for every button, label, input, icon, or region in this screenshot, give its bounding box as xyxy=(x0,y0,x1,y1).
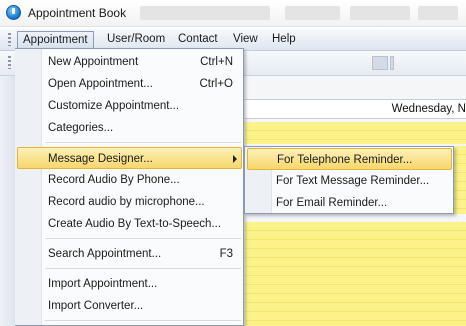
menu-view[interactable]: View xyxy=(228,31,263,48)
menu-user-room[interactable]: User/Room xyxy=(102,31,170,48)
menu-item-label: Search Appointment... xyxy=(48,248,162,260)
app-clock-icon xyxy=(6,5,21,20)
menu-separator xyxy=(45,142,241,143)
submenu-item-label: For Telephone Reminder... xyxy=(277,154,413,166)
day-header-label: Wednesday, N xyxy=(391,103,466,115)
menu-item-label: Create Audio By Text-to-Speech... xyxy=(48,218,222,230)
title-bar-blurred-area xyxy=(418,6,458,20)
menu-item-open-appointment[interactable]: Open Appointment... Ctrl+O xyxy=(17,73,242,95)
menu-item-label: Record Audio By Phone... xyxy=(48,174,180,186)
menu-separator xyxy=(45,268,241,269)
menubar-grip[interactable] xyxy=(8,33,11,46)
menu-item-label: Categories... xyxy=(48,122,114,134)
menu-item-categories[interactable]: Categories... xyxy=(17,117,242,139)
title-bar: Appointment Book xyxy=(0,0,466,27)
calendar-time-block[interactable] xyxy=(245,122,466,144)
title-bar-blurred-area xyxy=(140,6,270,20)
menu-item-text-to-speech[interactable]: Create Audio By Text-to-Speech... xyxy=(17,213,242,235)
menu-item-label: Import Appointment... xyxy=(48,278,158,290)
title-bar-blurred-area xyxy=(285,6,340,20)
menu-item-label: Customize Appointment... xyxy=(48,100,180,112)
menu-separator xyxy=(45,238,241,239)
menu-item-label: Message Designer... xyxy=(48,153,153,165)
submenu-item-text-message-reminder[interactable]: For Text Message Reminder... xyxy=(247,170,452,192)
menu-item-import-appointment[interactable]: Import Appointment... xyxy=(17,273,242,295)
menu-item-label: Open Appointment... xyxy=(48,78,153,90)
menu-item-label: Record audio by microphone... xyxy=(48,196,205,208)
submenu-arrow-icon xyxy=(233,155,237,163)
toolbar-button[interactable] xyxy=(372,56,388,70)
calendar-time-block[interactable] xyxy=(454,146,466,214)
menu-item-shortcut: F3 xyxy=(219,248,233,260)
menu-help[interactable]: Help xyxy=(267,31,301,48)
submenu-item-telephone-reminder[interactable]: For Telephone Reminder... xyxy=(247,148,452,170)
menu-separator xyxy=(45,320,241,321)
menu-item-shortcut: Ctrl+O xyxy=(199,78,233,90)
menu-item-new-appointment[interactable]: New Appointment Ctrl+N xyxy=(17,51,242,73)
menu-item-record-audio-microphone[interactable]: Record audio by microphone... xyxy=(17,191,242,213)
menu-item-label: Import Converter... xyxy=(48,300,144,312)
calendar-time-block[interactable] xyxy=(245,222,466,326)
submenu-item-email-reminder[interactable]: For Email Reminder... xyxy=(247,192,452,214)
menu-item-shortcut: Ctrl+N xyxy=(200,56,233,68)
menu-item-search-appointment[interactable]: Search Appointment... F3 xyxy=(17,243,242,265)
toolbar-grip[interactable] xyxy=(8,56,11,69)
menu-item-import-converter[interactable]: Import Converter... xyxy=(17,295,242,317)
submenu-item-label: For Text Message Reminder... xyxy=(276,175,430,187)
toolbar-separator xyxy=(390,56,394,70)
menu-item-message-designer[interactable]: Message Designer... xyxy=(17,147,242,169)
window-title: Appointment Book xyxy=(28,6,127,20)
menu-appointment[interactable]: Appointment xyxy=(17,31,94,48)
submenu-item-label: For Email Reminder... xyxy=(276,197,388,209)
menu-item-record-audio-phone[interactable]: Record Audio By Phone... xyxy=(17,169,242,191)
menu-item-customize-appointment[interactable]: Customize Appointment... xyxy=(17,95,242,117)
menu-item-label: New Appointment xyxy=(48,56,139,68)
calendar-day-header: Wednesday, N xyxy=(245,99,466,119)
title-bar-blurred-area xyxy=(350,6,410,20)
menu-contact[interactable]: Contact xyxy=(173,31,223,48)
